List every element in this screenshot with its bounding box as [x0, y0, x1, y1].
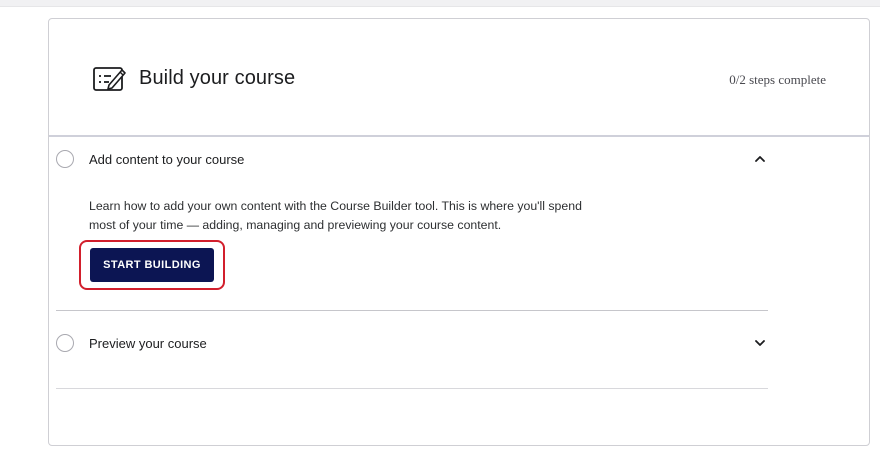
top-divider — [0, 0, 880, 7]
page: Build your course 0/2 steps complete Add… — [0, 0, 880, 456]
chevron-up-icon[interactable] — [752, 151, 768, 167]
card-title: Build your course — [139, 67, 296, 89]
start-building-button[interactable]: START BUILDING — [90, 248, 214, 282]
steps-progress-status: 0/2 steps complete — [729, 72, 826, 87]
step-preview-course: Preview your course — [56, 330, 768, 389]
step-description: Learn how to add your own content with t… — [89, 199, 582, 232]
course-builder-icon — [93, 64, 127, 94]
chevron-down-icon[interactable] — [752, 335, 768, 351]
step-add-content: Add content to your course Learn how to … — [56, 146, 768, 311]
step-title[interactable]: Add content to your course — [89, 152, 244, 167]
step-title[interactable]: Preview your course — [89, 336, 207, 351]
step-complete-radio[interactable] — [56, 150, 74, 168]
card-header: Build your course 0/2 steps complete — [49, 19, 869, 137]
step-complete-radio[interactable] — [56, 334, 74, 352]
